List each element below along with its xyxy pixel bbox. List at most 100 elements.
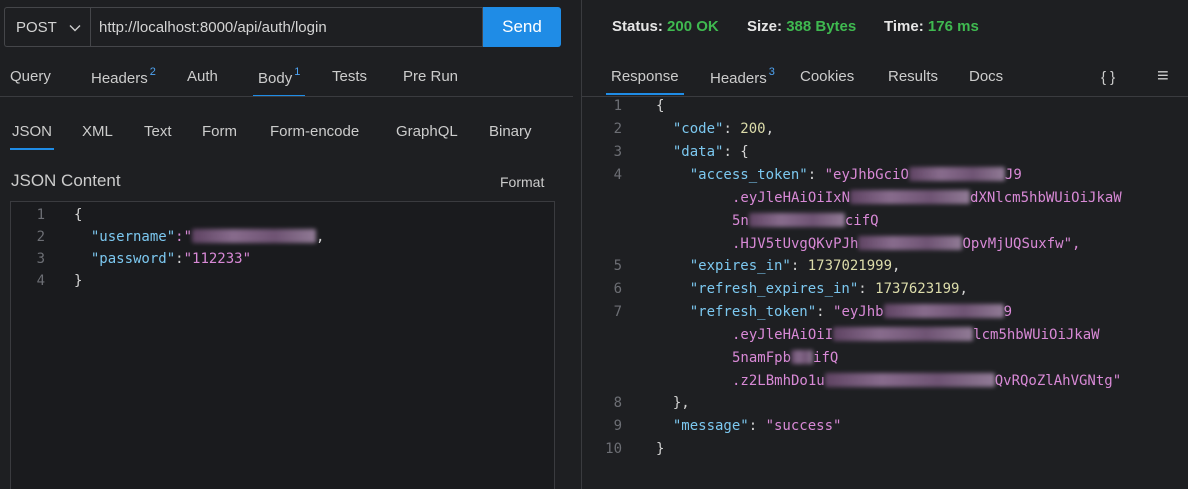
tab-label: Pre Run <box>403 68 459 85</box>
json-key: "code" <box>672 121 724 137</box>
tab-headers[interactable]: Headers 2 <box>91 66 156 87</box>
tab-divider <box>582 96 1188 97</box>
json-string: QvRQoZlAhVGNtg" <box>994 373 1122 389</box>
redacted-value <box>883 304 1004 318</box>
json-number: 1737623199 <box>875 281 960 297</box>
json-string: "eyJhb <box>833 304 884 320</box>
tab-label: Headers <box>710 70 767 87</box>
redacted-value <box>908 167 1005 181</box>
code-line: } <box>656 441 664 457</box>
line-number: 5 <box>613 258 622 274</box>
code-line: }, <box>656 395 690 411</box>
json-string: J9 <box>1004 167 1022 183</box>
json-key: "message" <box>672 418 749 434</box>
method-value: POST <box>16 18 57 36</box>
redacted-value <box>850 190 971 204</box>
redacted-value <box>833 327 974 341</box>
json-punct: :" <box>175 229 193 245</box>
redacted-value <box>791 350 814 364</box>
line-number: 4 <box>613 167 622 183</box>
body-type-form-encode[interactable]: Form-encode <box>270 123 359 140</box>
code-line: } <box>74 273 82 289</box>
code-line: "access_token": "eyJhbGciO J9 <box>689 167 1022 183</box>
redacted-value <box>192 229 317 243</box>
time-label: Time: <box>884 18 924 35</box>
time-info: Time: 176 ms <box>884 18 979 35</box>
json-string: 9 <box>1003 304 1013 320</box>
brace: { <box>740 144 749 160</box>
request-panel: POST http://localhost:8000/api/auth/logi… <box>0 0 573 489</box>
url-value: http://localhost:8000/api/auth/login <box>99 18 327 36</box>
body-type-graphql[interactable]: GraphQL <box>396 123 458 140</box>
code-line: { <box>74 207 82 223</box>
line-number: 3 <box>613 144 622 160</box>
redacted-value <box>748 213 845 227</box>
body-type-text[interactable]: Text <box>144 123 172 140</box>
json-key: "access_token" <box>689 167 808 183</box>
code-line: "refresh_token": "eyJhb 9 <box>689 304 1013 320</box>
tab-label: Auth <box>187 68 218 85</box>
tab-badge: 2 <box>149 66 156 78</box>
json-string: 5namFpb <box>732 350 792 366</box>
code-line: .z2LBmhDo1u QvRQoZlAhVGNtg" <box>732 373 1121 389</box>
json-content-title: JSON Content <box>11 171 121 190</box>
json-key: "data" <box>672 144 724 160</box>
line-number: 1 <box>613 98 622 114</box>
line-number: 10 <box>605 441 622 457</box>
tab-label: Cookies <box>800 68 855 85</box>
json-string: cifQ <box>844 213 879 229</box>
tab-query[interactable]: Query <box>10 68 51 85</box>
tab-response-headers[interactable]: Headers 3 <box>710 66 775 87</box>
line-number: 8 <box>613 395 622 411</box>
tab-docs[interactable]: Docs <box>969 68 1003 85</box>
tab-badge: 3 <box>768 66 775 78</box>
tab-results[interactable]: Results <box>888 68 938 85</box>
json-key: "refresh_expires_in" <box>689 281 859 297</box>
brace: { <box>74 207 83 223</box>
body-type-binary[interactable]: Binary <box>489 123 532 140</box>
json-number: 1737021999 <box>807 258 893 274</box>
tab-label: Tests <box>332 68 368 85</box>
tab-label: Query <box>10 68 51 85</box>
body-type-xml[interactable]: XML <box>82 123 113 140</box>
code-line: "data": { <box>672 144 749 160</box>
chevron-down-icon <box>69 25 81 32</box>
request-body-editor[interactable]: 1 2 3 4 { "username":", "password":"1122… <box>10 201 555 489</box>
code-line: "username":", <box>90 229 325 245</box>
brace: } <box>656 441 665 457</box>
tab-badge: 1 <box>294 66 301 78</box>
json-string: dXNlcm5hbWUiOiJkaW <box>970 190 1122 206</box>
redacted-value <box>824 373 995 387</box>
json-key: "refresh_token" <box>689 304 817 320</box>
code-line: { <box>656 98 664 114</box>
braces-icon[interactable]: { } <box>1101 69 1115 86</box>
line-number: 3 <box>36 251 45 267</box>
redacted-value <box>858 236 963 250</box>
status-value: 200 OK <box>667 18 719 35</box>
tab-cookies[interactable]: Cookies <box>800 68 854 85</box>
menu-icon[interactable]: ≡ <box>1157 65 1169 88</box>
url-input[interactable]: http://localhost:8000/api/auth/login <box>90 7 483 47</box>
tab-response[interactable]: Response <box>606 68 684 95</box>
send-button[interactable]: Send <box>483 7 561 47</box>
code-line: .eyJleHAiOiI lcm5hbWUiOiJkaW <box>732 327 1100 343</box>
tab-body[interactable]: Body 1 <box>252 66 306 97</box>
line-number: 6 <box>613 281 622 297</box>
tab-auth[interactable]: Auth <box>187 68 218 85</box>
body-type-json[interactable]: JSON <box>9 123 55 150</box>
response-panel: Status: 200 OK Size: 388 Bytes Time: 176… <box>582 0 1188 489</box>
time-value: 176 ms <box>927 18 979 35</box>
body-type-form[interactable]: Form <box>202 123 237 140</box>
json-string: .eyJleHAiOiIxN <box>732 190 851 206</box>
status-label: Status: <box>612 18 663 35</box>
line-number: 7 <box>613 304 622 320</box>
size-label: Size: <box>747 18 783 35</box>
method-select[interactable]: POST <box>4 7 90 47</box>
line-number: 1 <box>36 207 45 223</box>
line-number: 2 <box>613 121 622 137</box>
format-button[interactable]: Format <box>500 174 544 190</box>
json-string: 5n <box>732 213 749 229</box>
tab-pre-run[interactable]: Pre Run <box>403 68 458 85</box>
tab-tests[interactable]: Tests <box>332 68 367 85</box>
tab-label: Results <box>888 68 939 85</box>
